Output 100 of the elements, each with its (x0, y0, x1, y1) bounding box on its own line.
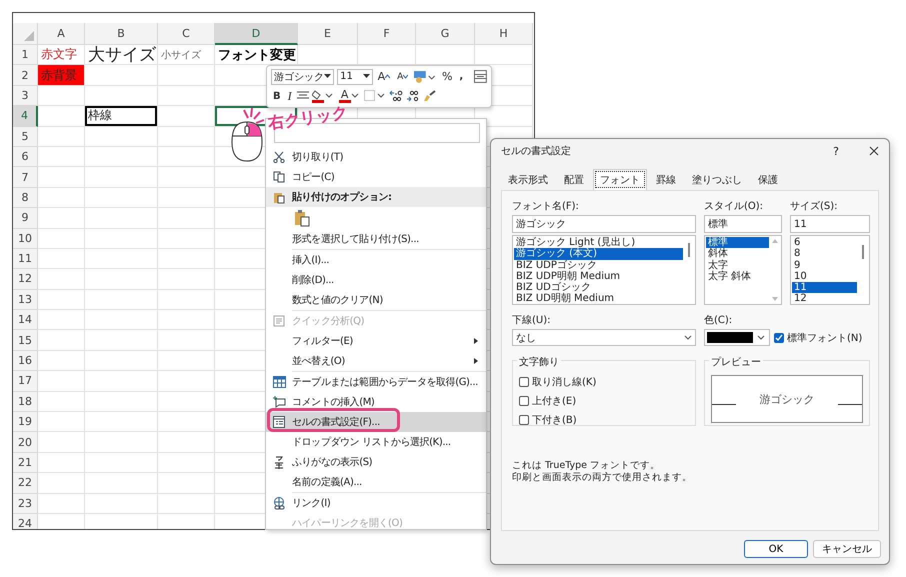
dialog-button[interactable]: OK (744, 540, 808, 558)
table-cell[interactable] (85, 494, 158, 514)
table-cell[interactable] (158, 310, 215, 330)
column-header[interactable]: D (215, 23, 298, 45)
row-header[interactable]: 6 (13, 146, 38, 168)
menu-item[interactable]: 数式と値のクリア(N) (266, 290, 486, 310)
scrollbar-icon[interactable] (771, 237, 779, 303)
table-cell[interactable] (85, 248, 158, 270)
borders-icon[interactable] (364, 90, 386, 102)
size-field[interactable]: 11 (790, 215, 870, 233)
effect-checkbox[interactable]: 下付き(B) (519, 413, 689, 427)
size-option[interactable]: 9 (792, 260, 857, 271)
style-field[interactable]: 標準 (704, 215, 782, 233)
table-cell[interactable] (38, 248, 85, 270)
table-cell[interactable] (85, 86, 158, 106)
row-header[interactable]: 7 (13, 167, 38, 188)
table-cell[interactable] (158, 248, 215, 270)
font-color-button[interactable]: A (336, 88, 361, 104)
table-cell[interactable] (158, 392, 215, 412)
column-header[interactable]: F (358, 23, 416, 45)
table-cell[interactable] (38, 330, 85, 351)
select-all-icon[interactable] (24, 31, 34, 41)
table-cell[interactable] (158, 126, 215, 147)
menu-item[interactable]: 挿入(I)... (266, 250, 486, 270)
row-header[interactable]: 15 (13, 330, 38, 351)
row-header[interactable]: 4 (13, 106, 38, 127)
table-cell[interactable] (38, 167, 85, 188)
table-cell[interactable] (85, 290, 158, 310)
table-cell[interactable] (85, 392, 158, 412)
font-option[interactable]: BIZ UDゴシック (514, 282, 683, 294)
table-cell[interactable] (38, 188, 85, 208)
row-header[interactable]: 13 (13, 290, 38, 310)
table-cell[interactable] (158, 86, 215, 106)
size-option[interactable]: 12 (792, 293, 857, 305)
font-name-field[interactable]: 游ゴシック (512, 215, 696, 233)
table-cell[interactable] (85, 452, 158, 474)
column-header[interactable]: E (298, 23, 358, 45)
size-option[interactable]: 6 (792, 237, 857, 248)
color-dropdown[interactable] (704, 329, 770, 346)
row-header[interactable]: 8 (13, 188, 38, 208)
table-cell[interactable] (158, 269, 215, 290)
table-cell[interactable] (85, 310, 158, 330)
grow-font-button[interactable]: A (376, 68, 392, 85)
table-cell[interactable] (85, 350, 158, 372)
table-cell[interactable] (158, 146, 215, 168)
menu-item[interactable]: コメントの挿入(M) (266, 392, 486, 412)
table-cell[interactable] (38, 494, 85, 514)
underline-dropdown[interactable]: なし (512, 329, 696, 346)
row-header[interactable]: 23 (13, 494, 38, 514)
size-select[interactable]: 11 (337, 68, 373, 85)
table-cell[interactable] (85, 167, 158, 188)
close-icon[interactable] (869, 146, 879, 156)
table-cell[interactable] (85, 126, 158, 147)
table-cell[interactable] (38, 269, 85, 290)
font-select[interactable]: 游ゴシック (271, 68, 334, 85)
column-header[interactable]: G (416, 23, 475, 45)
paste-icon[interactable] (294, 209, 310, 227)
table-cell[interactable] (38, 412, 85, 432)
table-cell[interactable] (38, 473, 85, 494)
table-cell[interactable] (85, 65, 158, 86)
row-header[interactable]: 24 (13, 514, 38, 529)
increase-decimal-icon[interactable] (388, 90, 403, 102)
style-option[interactable]: 斜体 (706, 248, 769, 260)
format-painter-icon[interactable] (422, 90, 436, 102)
dialog-button[interactable]: キャンセル (813, 540, 881, 558)
table-cell[interactable] (85, 208, 158, 229)
table-cell[interactable] (158, 208, 215, 229)
table-cell[interactable] (38, 392, 85, 412)
tab[interactable]: 配置 (557, 169, 591, 190)
table-cell[interactable] (158, 228, 215, 249)
menu-item[interactable]: 切り取り(T) (266, 147, 486, 167)
table-cell[interactable] (38, 208, 85, 229)
row-header[interactable]: 12 (13, 269, 38, 290)
row-header[interactable]: 19 (13, 412, 38, 432)
table-cell[interactable] (38, 310, 85, 330)
effect-checkbox[interactable]: 上付き(E) (519, 394, 689, 408)
tab[interactable]: 罫線 (649, 169, 683, 190)
table-cell[interactable] (85, 146, 158, 168)
comma-button[interactable]: , (457, 68, 466, 85)
tab[interactable]: 保護 (751, 169, 785, 190)
table-cell[interactable]: 枠線 (85, 106, 158, 127)
table-cell[interactable] (38, 228, 85, 249)
effect-checkbox[interactable]: 取り消し線(K) (519, 375, 689, 389)
bold-button[interactable]: B (271, 88, 283, 104)
font-option[interactable]: BIZ UDP明朝 Medium (514, 270, 683, 282)
decrease-decimal-icon[interactable] (406, 90, 420, 102)
table-cell[interactable] (85, 269, 158, 290)
row-header[interactable]: 9 (13, 208, 38, 229)
font-option[interactable]: BIZ UD明朝 Medium (514, 293, 683, 305)
tab[interactable]: 表示形式 (501, 169, 555, 190)
table-cell[interactable] (158, 188, 215, 208)
size-option[interactable]: 11 (792, 282, 857, 294)
tab[interactable]: フォント (593, 169, 647, 190)
table-cell[interactable] (158, 106, 215, 127)
style-option[interactable]: 標準 (706, 237, 769, 248)
row-header[interactable]: 1 (13, 45, 38, 66)
table-cell[interactable] (158, 473, 215, 494)
font-option[interactable]: BIZ UDPゴシック (514, 260, 683, 271)
table-cell[interactable] (85, 330, 158, 351)
row-header[interactable]: 5 (13, 126, 38, 147)
